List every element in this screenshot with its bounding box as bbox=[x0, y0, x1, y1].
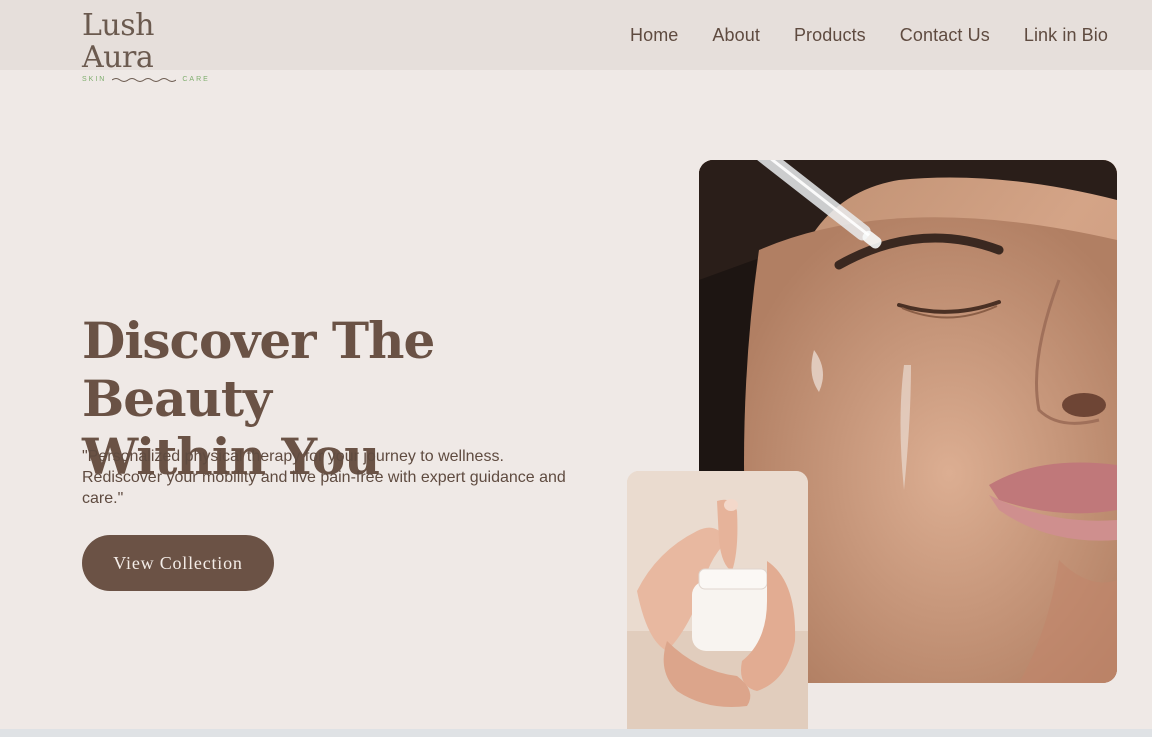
nav-home[interactable]: Home bbox=[630, 25, 678, 46]
site-header: Lush Aura SKIN CARE Home About Products … bbox=[0, 0, 1152, 84]
tagline-left: SKIN bbox=[82, 76, 107, 83]
wave-icon bbox=[112, 77, 177, 82]
nav-products[interactable]: Products bbox=[794, 25, 866, 46]
nav-about[interactable]: About bbox=[712, 25, 760, 46]
page-bottom-divider bbox=[0, 729, 1152, 737]
nav-link-in-bio[interactable]: Link in Bio bbox=[1024, 25, 1108, 46]
hero-description: "Personalized physical therapy for your … bbox=[82, 448, 566, 507]
brand-tagline: SKIN CARE bbox=[82, 76, 222, 83]
brand-name: Lush Aura bbox=[82, 8, 154, 75]
cream-jar-image bbox=[627, 471, 808, 729]
hero-title-line1: Discover The Beauty bbox=[82, 311, 435, 428]
main-nav: Home About Products Contact Us Link in B… bbox=[596, 0, 1108, 70]
nav-contact[interactable]: Contact Us bbox=[900, 25, 990, 46]
brand-logo[interactable]: Lush Aura SKIN CARE bbox=[82, 10, 222, 84]
view-collection-button[interactable]: View Collection bbox=[82, 535, 274, 591]
tagline-right: CARE bbox=[182, 76, 210, 83]
jar-illustration bbox=[627, 471, 808, 729]
